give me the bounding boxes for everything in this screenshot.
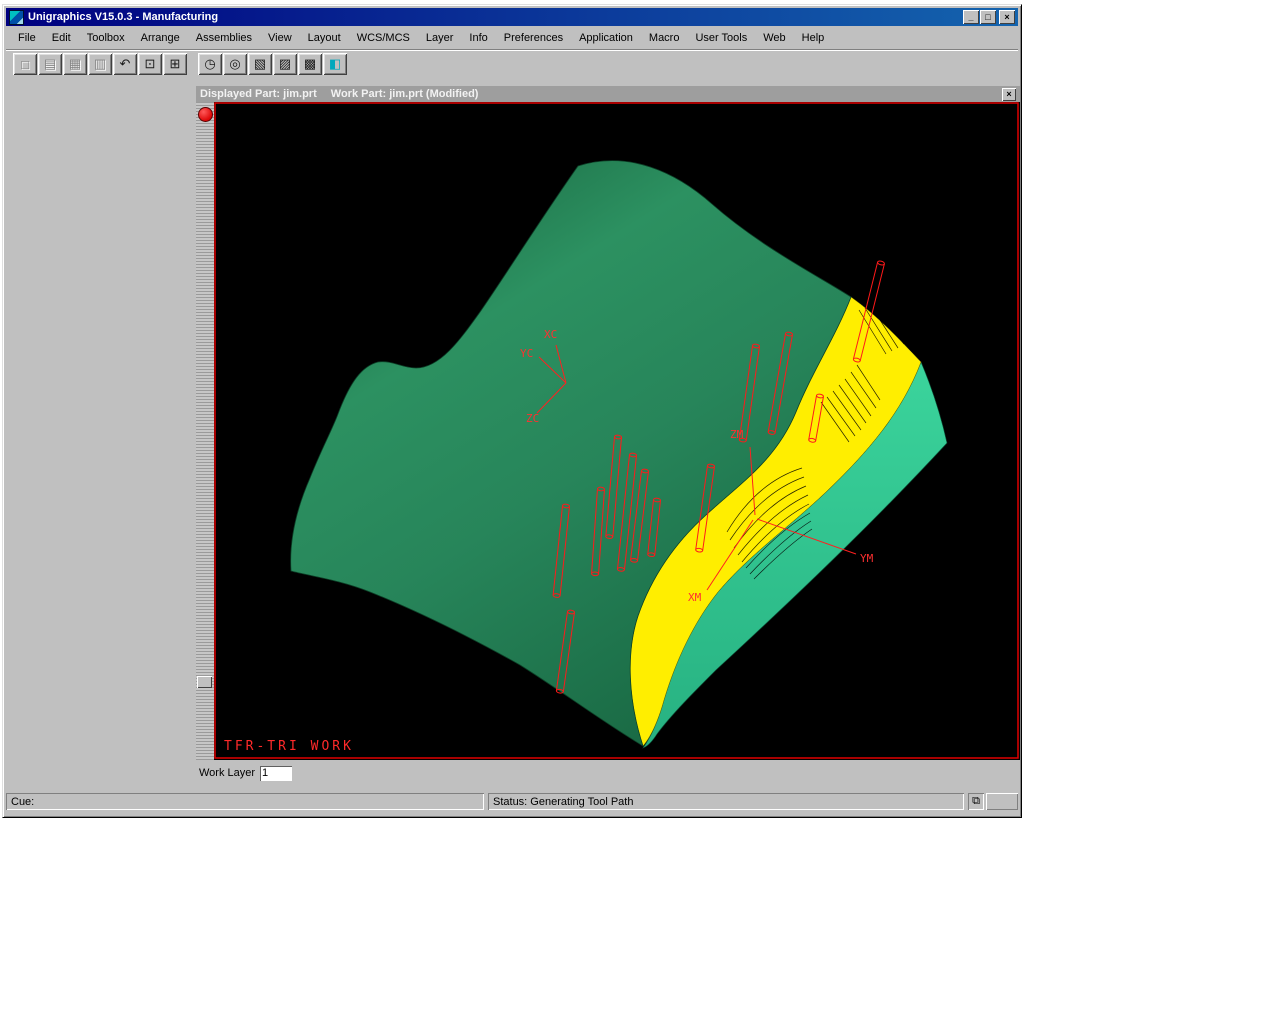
toolbar-button-target[interactable]: ◎ (223, 53, 247, 75)
status-text: Status: Generating Tool Path (493, 796, 633, 808)
window-title: Unigraphics V15.0.3 - Manufacturing (28, 11, 218, 23)
left-panel (6, 80, 196, 785)
menu-item-preferences[interactable]: Preferences (496, 29, 571, 47)
fit-view-icon: ⊞ (170, 56, 181, 72)
cue-field: Cue: (6, 793, 484, 810)
toolbar-button-fit-view[interactable]: ⊞ (163, 53, 187, 75)
toolbar-button-view-2[interactable]: ▨ (273, 53, 297, 75)
app-icon (9, 10, 24, 25)
menu-item-assemblies[interactable]: Assemblies (188, 29, 260, 47)
menu-item-wcs-mcs[interactable]: WCS/MCS (349, 29, 418, 47)
clock-icon: ◷ (204, 56, 215, 72)
shaded-cube-icon: ◧ (329, 56, 341, 72)
graphics-window: Displayed Part: jim.prt Work Part: jim.p… (196, 86, 1020, 760)
save-icon: ▦ (69, 56, 81, 72)
status-field: Status: Generating Tool Path (488, 793, 964, 810)
menu-item-view[interactable]: View (260, 29, 300, 47)
top-view-icon: ▩ (304, 56, 316, 72)
toolbar-button-open: ▤ (38, 53, 62, 75)
target-icon: ◎ (229, 56, 240, 72)
work-layer-input[interactable] (260, 766, 292, 781)
zoom-icon: ⊡ (145, 56, 156, 72)
menu-item-layout[interactable]: Layout (300, 29, 349, 47)
toolbar-button-shaded-view[interactable]: ◧ (323, 53, 347, 75)
displayed-part-label: Displayed Part: jim.prt (200, 88, 317, 100)
graphics-viewport[interactable]: XC YC ZC ZM YM XM TFR-TRI WORK (214, 102, 1020, 760)
menu-bar: File Edit Toolbox Arrange Assemblies Vie… (6, 27, 1018, 48)
menu-item-web[interactable]: Web (755, 29, 793, 47)
minimize-button[interactable]: _ (963, 10, 979, 24)
view-annotation: TFR-TRI WORK (224, 739, 354, 754)
toolbar-button-print: ▥ (88, 53, 112, 75)
toolbar-button-new: □ (13, 53, 37, 75)
print-icon: ▥ (94, 56, 106, 72)
clip-icon: ⧉ (972, 795, 980, 808)
toolbar-button-view-1[interactable]: ▧ (248, 53, 272, 75)
hidden-line-view-icon: ▨ (279, 56, 291, 72)
menu-item-info[interactable]: Info (461, 29, 495, 47)
menu-item-application[interactable]: Application (571, 29, 641, 47)
menu-item-user-tools[interactable]: User Tools (687, 29, 755, 47)
toolbar-button-undo[interactable]: ↶ (113, 53, 137, 75)
menu-item-arrange[interactable]: Arrange (133, 29, 188, 47)
menu-item-file[interactable]: File (10, 29, 44, 47)
status-mini-button[interactable]: ⧉ (968, 793, 984, 810)
status-bar: Cue: Status: Generating Tool Path ⧉ (6, 791, 1018, 812)
mcs-y-label: YM (860, 552, 874, 565)
title-bar[interactable]: Unigraphics V15.0.3 - Manufacturing _ □ … (6, 8, 1018, 26)
graphics-close-button[interactable]: × (1002, 88, 1016, 101)
toolbar-button-save: ▦ (63, 53, 87, 75)
work-layer-row: Work Layer (199, 763, 292, 783)
close-button[interactable]: × (999, 10, 1015, 24)
stop-button[interactable] (198, 107, 213, 122)
part-surface (291, 161, 851, 746)
toolbar-button-view-3[interactable]: ▩ (298, 53, 322, 75)
undo-icon: ↶ (120, 56, 131, 72)
wcs-z-label: ZC (526, 412, 539, 425)
work-part-label: Work Part: jim.prt (Modified) (331, 88, 479, 100)
toolbar: □ ▤ ▦ ▥ ↶ ⊡ ⊞ ◷ ◎ ▧ ▨ ▩ ◧ (6, 49, 1018, 79)
menu-item-edit[interactable]: Edit (44, 29, 79, 47)
status-blank (986, 793, 1018, 810)
open-folder-icon: ▤ (44, 56, 56, 72)
menu-item-layer[interactable]: Layer (418, 29, 462, 47)
mcs-x-label: XM (688, 591, 702, 604)
toolbar-button-zoom[interactable]: ⊡ (138, 53, 162, 75)
menu-item-macro[interactable]: Macro (641, 29, 688, 47)
maximize-button[interactable]: □ (980, 10, 996, 24)
app-window: Unigraphics V15.0.3 - Manufacturing _ □ … (2, 4, 1022, 818)
new-document-icon: □ (21, 57, 29, 72)
toolbar-button-clock[interactable]: ◷ (198, 53, 222, 75)
graphics-window-header[interactable]: Displayed Part: jim.prt Work Part: jim.p… (196, 86, 1020, 102)
wcs-y-label: YC (520, 347, 533, 360)
viewport-scrollbar[interactable] (196, 102, 215, 760)
mcs-z-label: ZM (730, 428, 744, 441)
scrollbar-thumb[interactable] (197, 676, 212, 688)
wcs-x-label: XC (544, 328, 557, 341)
menu-item-help[interactable]: Help (794, 29, 833, 47)
cue-label: Cue: (11, 796, 34, 808)
wireframe-view-icon: ▧ (254, 56, 266, 72)
menu-item-toolbox[interactable]: Toolbox (79, 29, 133, 47)
work-layer-label: Work Layer (199, 767, 255, 779)
